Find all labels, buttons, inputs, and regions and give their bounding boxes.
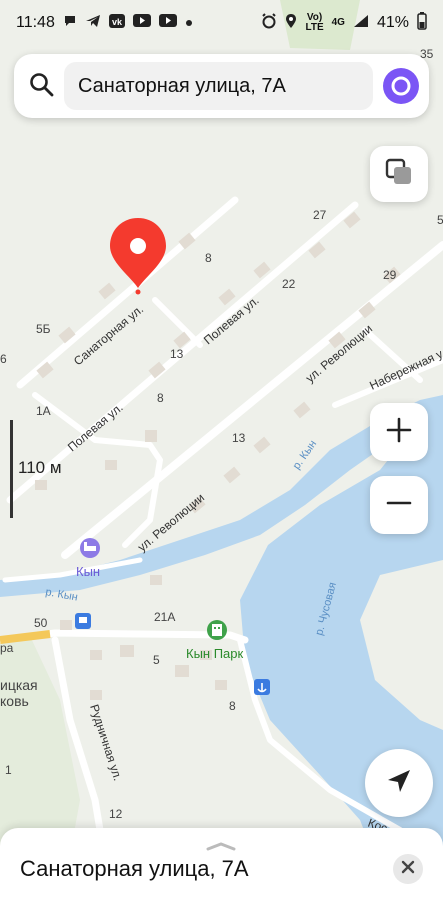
house-number: 1А [36,404,51,418]
vk-icon: vk [108,13,125,33]
search-icon[interactable] [28,71,54,102]
house-number: 5 [437,213,443,227]
my-location-button[interactable] [365,749,433,817]
house-number: 12 [109,807,123,821]
house-number: 29 [383,268,397,282]
close-icon [401,860,415,879]
battery-icon [417,11,427,35]
scale-bar [10,420,13,518]
network-type: Vo) LTE [305,12,324,33]
house-number: ра [0,641,14,655]
alice-assistant-button[interactable] [383,68,419,104]
layers-button[interactable] [370,146,428,202]
poi-label-kyn: Кын [76,564,100,579]
battery-percent: 41% [376,14,409,31]
minus-icon [386,490,412,521]
house-number: 22 [282,277,296,291]
youtube-icon [158,14,177,32]
house-number: 21А [154,610,175,624]
house-number: 8 [157,391,164,405]
house-number: 8 [205,251,212,265]
house-number: 1 [5,763,12,777]
dot-icon [185,14,193,32]
sheet-handle[interactable] [205,838,237,851]
signal-label: 4G [331,17,345,28]
navigation-arrow-icon [385,767,413,800]
zoom-in-button[interactable] [370,403,428,461]
house-number: 6 [0,352,7,366]
poi-label-church: ковь [0,693,29,709]
house-number: 13 [232,431,246,445]
house-number: 5Б [36,322,51,336]
search-input[interactable]: Санаторная улица, 7А [64,62,373,110]
poi-label-kyn-park: Кын Парк [186,646,244,661]
bus-stop-icon[interactable] [75,613,91,629]
layers-icon [384,157,414,192]
house-number: 50 [34,616,48,630]
status-time: 11:48 [16,14,55,31]
hotel-poi[interactable] [80,538,100,558]
anchor-icon[interactable] [254,679,270,695]
youtube-icon [132,14,151,32]
zoom-out-button[interactable] [370,476,428,534]
close-button[interactable] [393,854,423,884]
park-poi[interactable] [207,620,227,640]
search-bar: Санаторная улица, 7А [14,54,429,118]
signal-icon [353,14,369,33]
place-card-sheet[interactable]: Санаторная улица, 7А [0,828,443,910]
status-bar: 11:48 vk Vo) LTE 4G 41% [0,0,443,46]
alarm-icon [261,12,277,34]
poi-label-church: ицкая [0,677,38,693]
svg-text:vk: vk [112,17,123,27]
message-icon [63,14,77,33]
house-number: 27 [313,208,327,222]
location-icon [285,13,297,34]
house-number: 13 [170,347,184,361]
plus-icon [386,417,412,448]
telegram-icon [85,14,101,33]
place-title: Санаторная улица, 7А [20,856,249,881]
scale-label: 110 м [18,458,62,477]
house-number: 5 [153,653,160,667]
house-number: 8 [229,699,236,713]
